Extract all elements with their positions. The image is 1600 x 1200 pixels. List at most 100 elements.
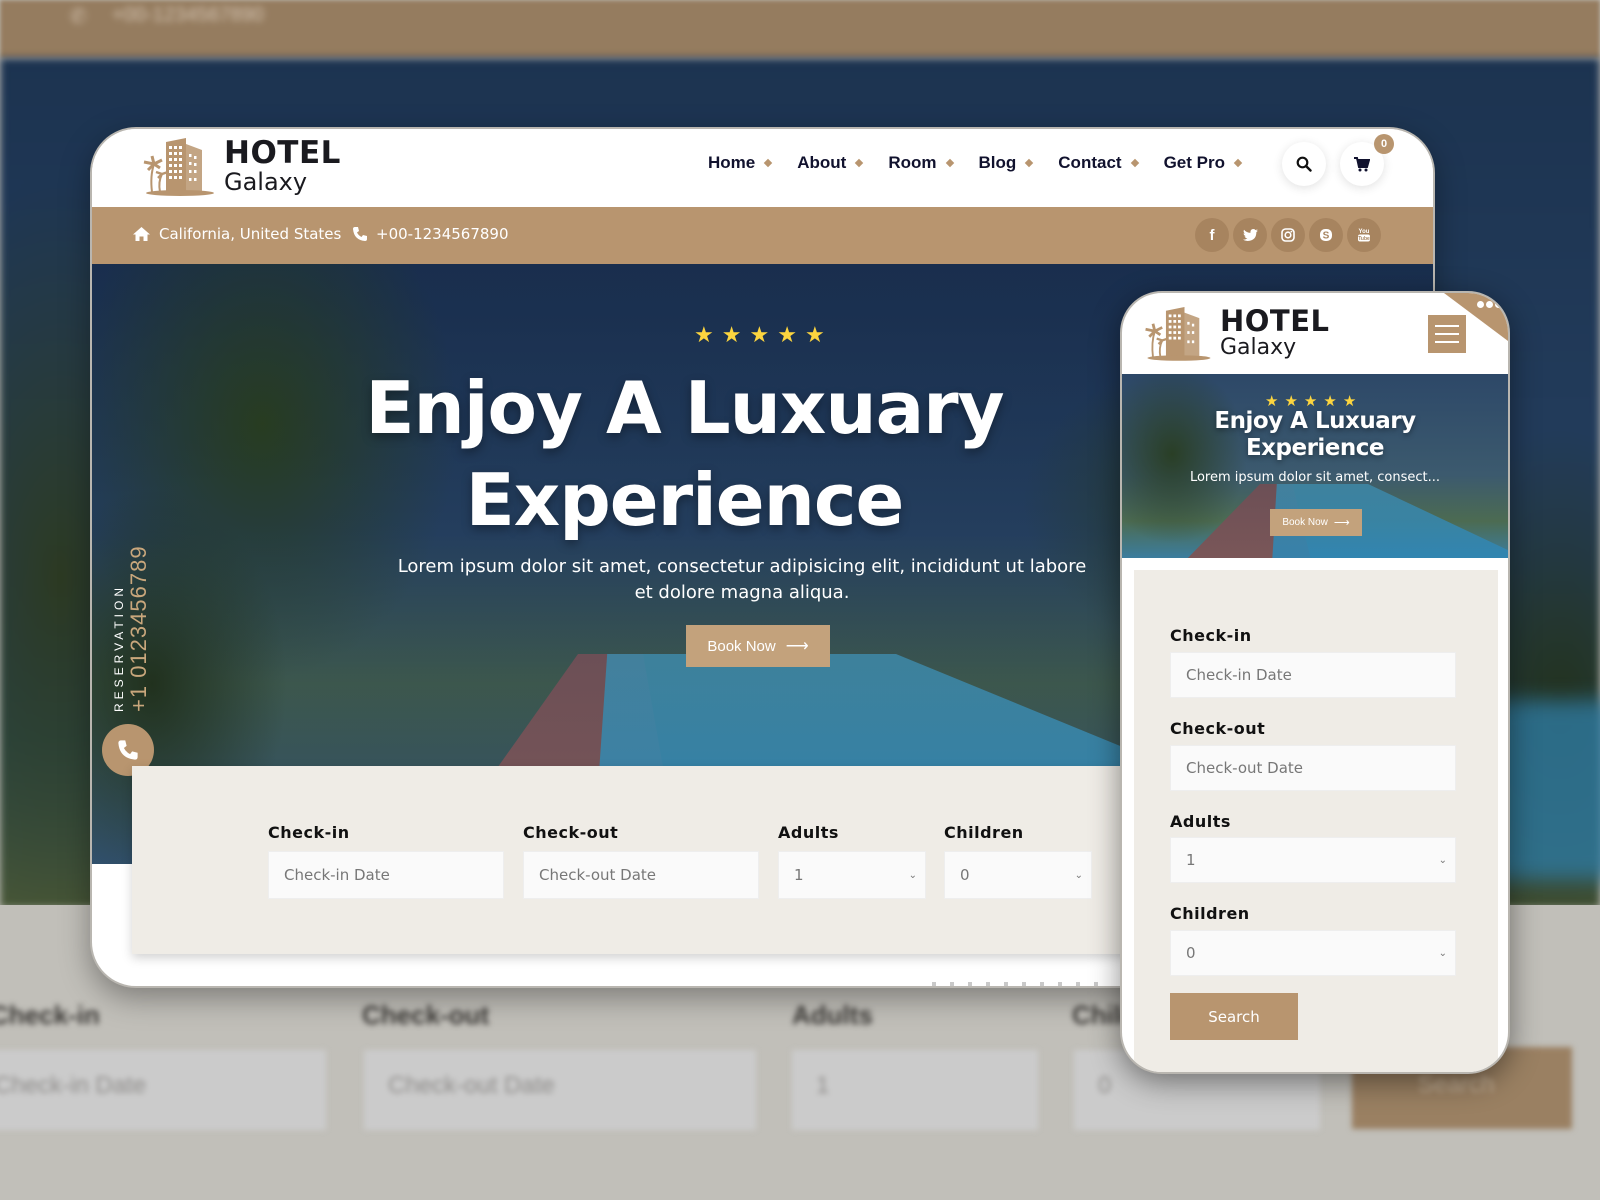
search-icon xyxy=(1296,156,1312,172)
checkout-input[interactable]: Check-out Date xyxy=(1170,745,1456,791)
hero-title: Enjoy A Luxuary Experience xyxy=(365,366,1004,542)
phone-icon xyxy=(353,227,367,241)
mobile-hero-title: Enjoy A Luxuary Experience xyxy=(1214,408,1416,461)
home-icon xyxy=(133,227,150,241)
twitter-icon xyxy=(1242,229,1258,241)
hotel-building-icon xyxy=(1145,307,1211,361)
phone-icon xyxy=(118,740,138,760)
diamond-icon xyxy=(855,158,864,168)
diamond-icon xyxy=(1025,158,1034,168)
star-icon: ★ xyxy=(777,322,797,347)
logo[interactable]: HOTEL Galaxy xyxy=(138,136,341,196)
adults-label: Adults xyxy=(778,823,839,842)
bg-label-adults: Adults xyxy=(792,1000,873,1030)
cart-button[interactable]: 0 xyxy=(1340,134,1394,186)
skype-icon: S xyxy=(1320,229,1332,242)
star-icon: ★ xyxy=(749,322,770,347)
checkin-input[interactable]: Check-in Date xyxy=(268,851,504,899)
phone[interactable]: +00-1234567890 xyxy=(352,225,509,243)
hero-subtitle: Lorem ipsum dolor sit amet, consectetur … xyxy=(397,556,1087,603)
bg-phone: +00-1234567890 xyxy=(112,4,264,26)
bg-phone-icon: ✆ xyxy=(70,6,87,28)
bg-label-checkout: Check-out xyxy=(362,1000,490,1030)
bg-topbar: ✆ +00-1234567890 xyxy=(0,0,1600,58)
checkin-label: Check-in xyxy=(268,823,350,842)
search-button[interactable]: Search xyxy=(1170,993,1298,1040)
children-select[interactable]: 0 ⌄ xyxy=(1170,930,1456,976)
mobile-booking-form: Check-in Check-in Date Check-out Check-o… xyxy=(1134,570,1498,1072)
bg-label-checkin: Check-in xyxy=(0,1000,100,1030)
cart-count-badge: 0 xyxy=(1374,134,1394,154)
svg-text:Tube: Tube xyxy=(1358,236,1370,242)
children-select[interactable]: 0 ⌄ xyxy=(944,851,1092,899)
mobile-book-now-button[interactable]: Book Now ⟶ xyxy=(1270,509,1362,536)
instagram-link[interactable] xyxy=(1271,218,1305,252)
checkout-label: Check-out xyxy=(1170,719,1266,738)
arrow-right-icon: ⟶ xyxy=(785,638,809,655)
address: California, United States xyxy=(132,225,341,243)
facebook-link[interactable]: f xyxy=(1195,218,1229,252)
checkin-input[interactable]: Check-in Date xyxy=(1170,652,1456,698)
twitter-link[interactable] xyxy=(1233,218,1267,252)
decorative-dots xyxy=(932,982,1112,986)
youtube-link[interactable]: You Tube xyxy=(1347,218,1381,252)
hotel-building-icon xyxy=(143,138,214,196)
instagram-icon xyxy=(1281,228,1295,242)
nav-item-home[interactable]: Home xyxy=(708,153,773,173)
booking-form: Check-in Check-in Date Check-out Check-o… xyxy=(132,766,1212,954)
reservation-label: RESERVATION xyxy=(112,583,126,712)
svg-text:You: You xyxy=(1359,229,1370,235)
mobile-mockup: HOTEL Galaxy ★ ★ ★ ★ ★ Enjoy A Luxuary Experi… xyxy=(1120,291,1510,1074)
chevron-down-icon: ⌄ xyxy=(1438,854,1447,866)
nav-item-get-pro[interactable]: Get Pro xyxy=(1164,153,1243,173)
youtube-icon: YouTube xyxy=(1358,229,1370,242)
search-button[interactable] xyxy=(1282,142,1326,186)
checkout-input[interactable]: Check-out Date xyxy=(523,851,759,899)
facebook-icon: f xyxy=(1209,226,1215,244)
children-label: Children xyxy=(1170,904,1250,923)
info-bar: California, United States +00-1234567890… xyxy=(92,207,1433,264)
star-icon: ★ xyxy=(804,322,825,347)
skype-link[interactable]: S xyxy=(1309,218,1343,252)
reservation-phone[interactable]: +1 0123456789 xyxy=(126,545,152,712)
mobile-logo[interactable]: HOTEL Galaxy xyxy=(1140,303,1330,363)
cart-icon xyxy=(1354,156,1370,171)
bg-field-checkin: Check-in Date xyxy=(0,1050,326,1130)
menu-button[interactable] xyxy=(1428,315,1466,353)
mobile-hero-subtitle: Lorem ipsum dolor sit amet, consect... xyxy=(1189,470,1441,485)
children-label: Children xyxy=(944,823,1024,842)
book-now-button[interactable]: Book Now ⟶ xyxy=(686,625,830,667)
diamond-icon xyxy=(1233,158,1243,168)
camera-dots xyxy=(1475,301,1502,308)
checkout-label: Check-out xyxy=(523,823,619,842)
rating-stars: ★ ★ ★ ★ ★ xyxy=(690,322,829,348)
brand-subname: Galaxy xyxy=(1220,335,1297,360)
bg-field-checkout: Check-out Date xyxy=(364,1050,756,1130)
nav-item-room[interactable]: Room xyxy=(888,153,954,173)
site-header: HOTEL Galaxy Home About Room Blog Contac… xyxy=(92,129,1433,207)
brand-name: HOTEL xyxy=(1220,304,1330,338)
nav-item-blog[interactable]: Blog xyxy=(979,153,1034,173)
social-links: f S You Tube xyxy=(1191,218,1381,252)
nav-item-contact[interactable]: Contact xyxy=(1058,153,1139,173)
chevron-down-icon: ⌄ xyxy=(1438,947,1447,959)
nav-item-about[interactable]: About xyxy=(797,153,864,173)
diamond-icon xyxy=(763,158,773,168)
main-nav: Home About Room Blog Contact Get Pro xyxy=(708,153,1267,173)
diamond-icon xyxy=(945,158,954,168)
brand-subname: Galaxy xyxy=(224,168,308,196)
chevron-down-icon: ⌄ xyxy=(1074,869,1083,881)
chevron-down-icon: ⌄ xyxy=(908,869,917,881)
mobile-hero: ★ ★ ★ ★ ★ Enjoy A Luxuary Experience Lorem ip… xyxy=(1122,374,1508,558)
star-icon: ★ xyxy=(721,322,742,347)
adults-select[interactable]: 1 ⌄ xyxy=(1170,837,1456,883)
arrow-right-icon: ⟶ xyxy=(1333,517,1350,529)
brand-name: HOTEL xyxy=(224,135,341,171)
svg-text:S: S xyxy=(1323,231,1330,242)
diamond-icon xyxy=(1130,158,1139,168)
adults-select[interactable]: 1 ⌄ xyxy=(778,851,926,899)
checkin-label: Check-in xyxy=(1170,626,1252,645)
hamburger-icon xyxy=(1435,325,1459,327)
adults-label: Adults xyxy=(1170,812,1231,831)
bg-field-adults: 1 xyxy=(792,1050,1038,1130)
